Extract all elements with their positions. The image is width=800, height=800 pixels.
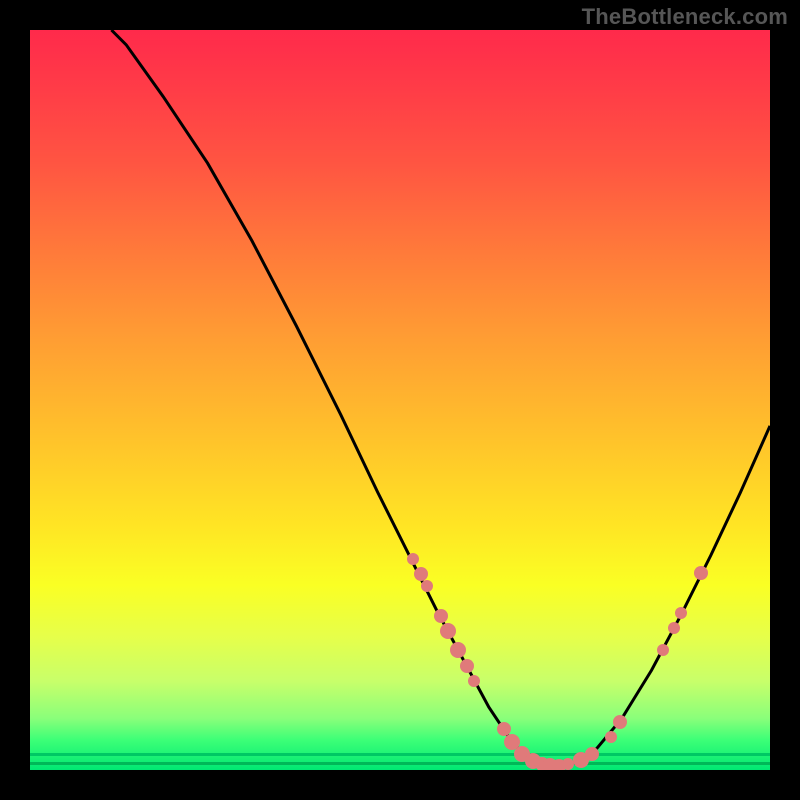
data-marker bbox=[668, 622, 680, 634]
data-marker bbox=[585, 747, 599, 761]
data-marker bbox=[675, 607, 687, 619]
data-marker bbox=[434, 609, 448, 623]
curve-svg bbox=[30, 30, 770, 770]
data-marker bbox=[460, 659, 474, 673]
watermark-text: TheBottleneck.com bbox=[582, 4, 788, 30]
data-marker bbox=[414, 567, 428, 581]
plot-area bbox=[30, 30, 770, 770]
data-marker bbox=[605, 731, 617, 743]
data-marker bbox=[657, 644, 669, 656]
data-marker bbox=[613, 715, 627, 729]
data-marker bbox=[407, 553, 419, 565]
data-marker bbox=[694, 566, 708, 580]
main-curve bbox=[111, 30, 770, 766]
data-marker bbox=[440, 623, 456, 639]
data-marker bbox=[421, 580, 433, 592]
data-marker bbox=[450, 642, 466, 658]
chart-container: TheBottleneck.com bbox=[0, 0, 800, 800]
data-marker bbox=[562, 758, 574, 770]
data-marker bbox=[468, 675, 480, 687]
